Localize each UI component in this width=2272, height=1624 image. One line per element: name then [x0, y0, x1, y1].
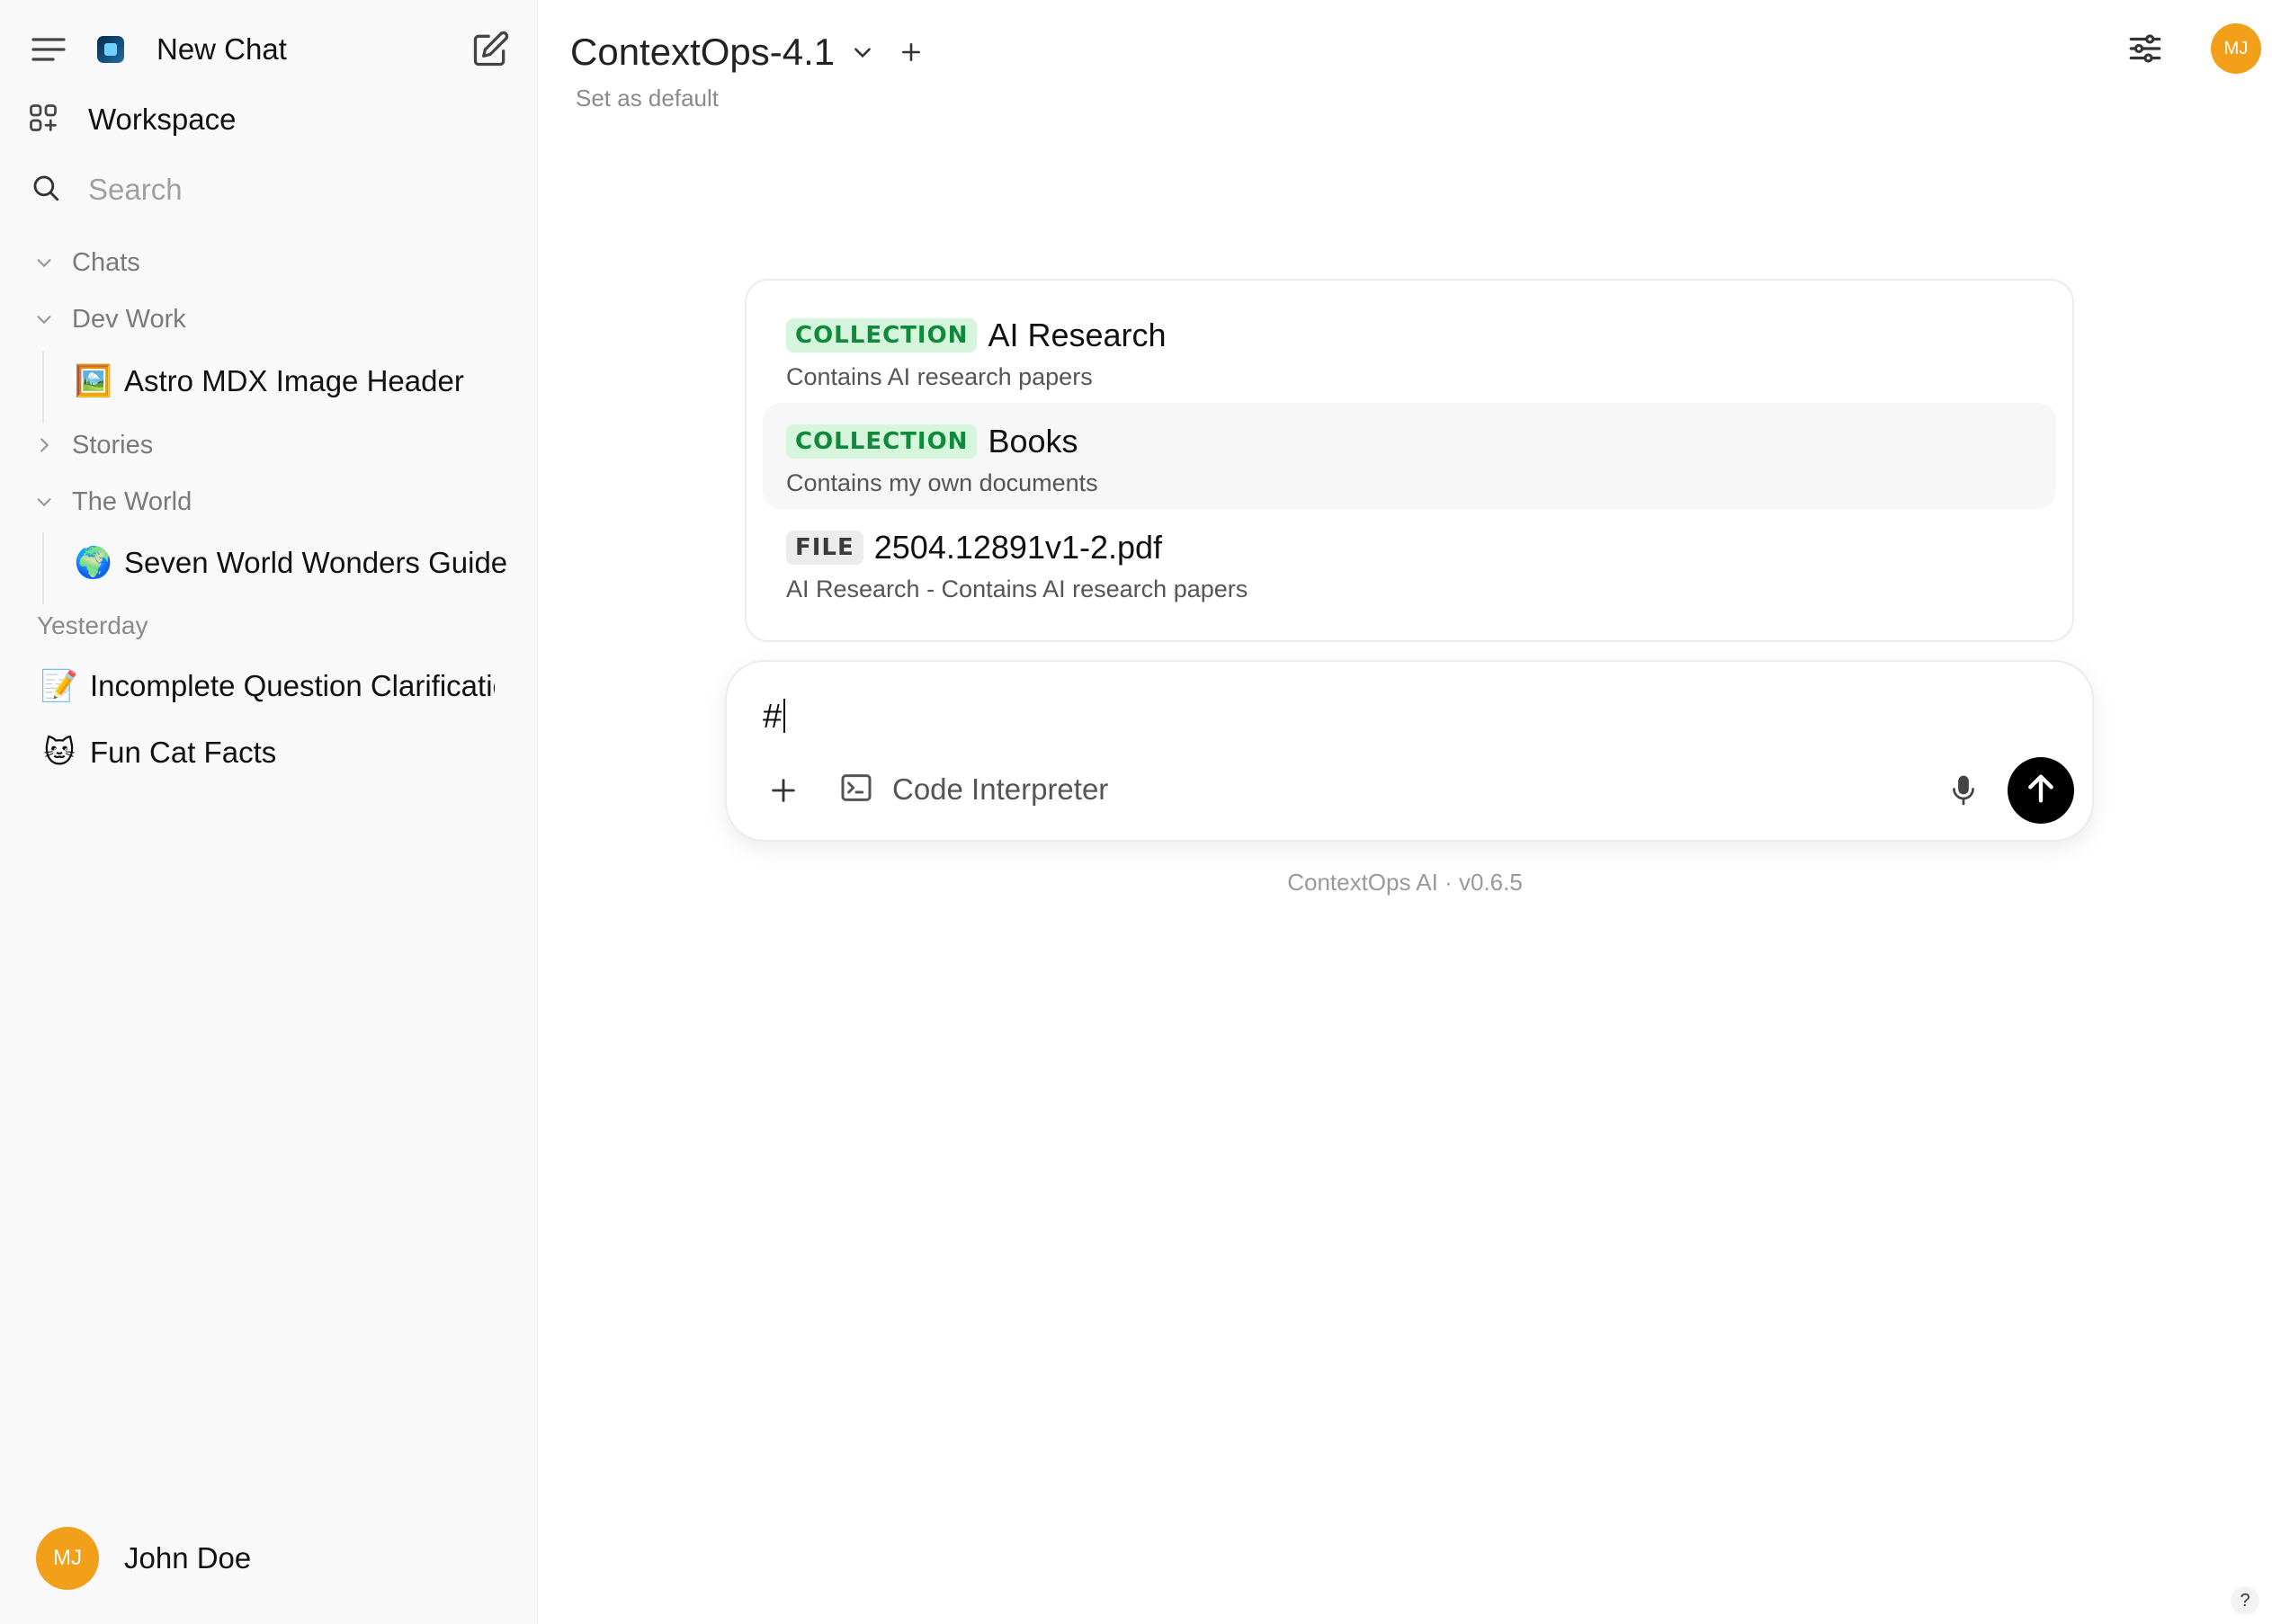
- sidebar: New Chat Workspace Chats Dev Work: [0, 0, 538, 1624]
- sidebar-item-workspace[interactable]: Workspace: [27, 95, 236, 144]
- sidebar-search: [31, 165, 516, 214]
- sidebar-header: New Chat: [27, 23, 513, 76]
- edit-icon[interactable]: [468, 27, 513, 72]
- search-input[interactable]: [88, 173, 484, 207]
- chevron-down-icon: [32, 490, 56, 513]
- folder-dev-work[interactable]: Dev Work: [32, 299, 186, 339]
- model-selector: ContextOps-4.1: [570, 27, 925, 77]
- help-button[interactable]: ?: [2231, 1586, 2259, 1615]
- code-interpreter-button[interactable]: Code Interpreter: [838, 764, 1108, 815]
- set-as-default-link[interactable]: Set as default: [576, 85, 719, 112]
- suggestion-title: AI Research: [988, 317, 1167, 353]
- folder-label: The World: [72, 486, 192, 516]
- chat-emoji: 📝: [40, 669, 79, 703]
- chevron-down-icon[interactable]: [849, 39, 876, 66]
- plus-icon[interactable]: [763, 770, 804, 811]
- avatar: MJ: [36, 1527, 99, 1590]
- mention-suggestions-panel: COLLECTION AI Research Contains AI resea…: [745, 279, 2074, 642]
- menu-icon[interactable]: [27, 28, 70, 71]
- arrow-up-icon: [2023, 771, 2059, 811]
- chat-title: Incomplete Question Clarification: [90, 669, 495, 702]
- terminal-icon: [838, 770, 874, 810]
- folder-indent-line: [42, 351, 44, 423]
- chat-emoji: 🐱: [43, 736, 76, 770]
- suggestion-item[interactable]: COLLECTION Books Contains my own documen…: [763, 403, 2056, 509]
- folder-stories[interactable]: Stories: [32, 425, 153, 465]
- collection-tag: COLLECTION: [786, 318, 978, 352]
- version-footer: ContextOps AI · v0.6.5: [1287, 869, 1523, 896]
- user-name: John Doe: [124, 1541, 252, 1575]
- chat-emoji: 🌍: [74, 546, 113, 580]
- suggestion-title: Books: [988, 423, 1078, 460]
- folder-indent-line: [42, 532, 44, 604]
- folder-chats[interactable]: Chats: [32, 243, 140, 282]
- logo-icon: [97, 36, 124, 63]
- code-interpreter-label: Code Interpreter: [892, 772, 1109, 806]
- mic-icon[interactable]: [1941, 768, 1986, 813]
- add-model-plus-icon[interactable]: [898, 39, 925, 66]
- search-icon: [31, 173, 61, 208]
- suggestion-title: 2504.12891v1-2.pdf: [873, 529, 1163, 566]
- new-chat-label[interactable]: New Chat: [157, 32, 287, 67]
- top-right-controls: MJ: [2121, 23, 2272, 74]
- send-button[interactable]: [2008, 757, 2074, 824]
- workspace-label: Workspace: [88, 103, 237, 136]
- suggestion-description: AI Research - Contains AI research paper…: [786, 576, 1248, 602]
- chat-item[interactable]: 📝 Incomplete Question Clarification: [40, 663, 498, 709]
- user-menu[interactable]: MJ John Doe: [36, 1527, 251, 1590]
- file-tag: FILE: [786, 531, 863, 565]
- suggestion-item[interactable]: FILE 2504.12891v1-2.pdf AI Research - Co…: [763, 509, 2056, 615]
- chat-title: Astro MDX Image Header: [124, 364, 464, 397]
- folder-the-world[interactable]: The World: [32, 482, 192, 522]
- chevron-down-icon: [32, 308, 56, 331]
- settings-sliders-icon[interactable]: [2121, 24, 2169, 73]
- collection-tag: COLLECTION: [786, 424, 978, 459]
- message-input[interactable]: #: [763, 698, 785, 736]
- suggestion-description: Contains my own documents: [786, 469, 1098, 496]
- folder-label: Dev Work: [72, 304, 186, 334]
- chat-emoji: 🖼️: [74, 364, 113, 398]
- chat-item[interactable]: 🐱 Fun Cat Facts: [40, 729, 498, 776]
- chat-title: Seven World Wonders Guide: [124, 546, 508, 579]
- chevron-down-icon: [32, 251, 56, 274]
- workspace-icon: [27, 102, 59, 138]
- chat-item[interactable]: 🖼️ Astro MDX Image Header: [74, 358, 523, 405]
- avatar[interactable]: MJ: [2211, 23, 2261, 74]
- main-area: ContextOps-4.1 Set as default MJ COLLECT…: [538, 0, 2272, 1624]
- section-label-yesterday: Yesterday: [37, 611, 148, 639]
- model-name[interactable]: ContextOps-4.1: [570, 31, 835, 74]
- chevron-right-icon: [32, 433, 56, 457]
- suggestion-item[interactable]: COLLECTION AI Research Contains AI resea…: [763, 297, 2056, 403]
- app-window: New Chat Workspace Chats Dev Work: [0, 0, 2272, 1624]
- suggestion-description: Contains AI research papers: [786, 363, 1093, 390]
- message-composer: # Code Interpreter: [725, 660, 2094, 842]
- chat-item[interactable]: 🌍 Seven World Wonders Guide: [74, 540, 523, 586]
- folder-label: Chats: [72, 247, 140, 277]
- chat-title: Fun Cat Facts: [90, 736, 277, 769]
- folder-label: Stories: [72, 430, 154, 460]
